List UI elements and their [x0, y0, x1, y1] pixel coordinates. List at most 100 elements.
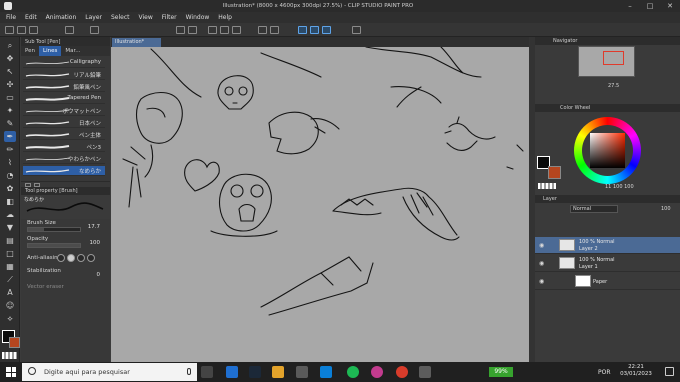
- eye-icon[interactable]: ◉: [539, 242, 544, 249]
- sub-color-swatch-right[interactable]: [548, 166, 561, 179]
- menu-select[interactable]: Select: [111, 14, 130, 21]
- notification-icon[interactable]: [665, 367, 674, 376]
- spotify-icon[interactable]: [347, 366, 359, 378]
- layer-row[interactable]: ◉ 100 % Normal Layer 1: [535, 255, 680, 272]
- blend-tool-icon[interactable]: ☁: [4, 209, 16, 220]
- aa-none-option[interactable]: [57, 254, 65, 262]
- brush-item[interactable]: リアル鉛筆: [23, 70, 105, 80]
- app-icon-3[interactable]: [371, 366, 383, 378]
- pen-tool-icon[interactable]: ✒: [4, 131, 16, 142]
- snap-ruler-icon[interactable]: [298, 26, 307, 34]
- color-value-r[interactable]: 11: [605, 184, 611, 190]
- brush-item[interactable]: Tapered Pen: [23, 94, 105, 104]
- move-tool-icon[interactable]: ✥: [4, 53, 16, 64]
- opacity-slider[interactable]: [27, 243, 81, 248]
- stabilization-value[interactable]: 0: [97, 272, 101, 278]
- brush-tool-icon[interactable]: ⌇: [4, 157, 16, 168]
- transparent-swatch-right[interactable]: [538, 183, 556, 189]
- move-layer-icon[interactable]: ✣: [4, 79, 16, 90]
- eye-icon[interactable]: ◉: [539, 278, 544, 285]
- task-view-icon[interactable]: [201, 366, 213, 378]
- selection-tool-icon[interactable]: ▭: [4, 92, 16, 103]
- language-indicator[interactable]: POR: [598, 369, 611, 376]
- aa-weak-option[interactable]: [67, 254, 75, 262]
- opacity-value[interactable]: 100: [90, 240, 101, 246]
- select-all-icon[interactable]: [270, 26, 279, 34]
- snap-special-ruler-icon[interactable]: [310, 26, 319, 34]
- deselect-icon[interactable]: [232, 26, 241, 34]
- save-icon[interactable]: [29, 26, 38, 34]
- sub-color-swatch[interactable]: [9, 337, 20, 348]
- menu-filter[interactable]: Filter: [162, 14, 177, 21]
- zoom-tool-icon[interactable]: ⌕: [4, 40, 16, 51]
- app-icon-2[interactable]: [296, 366, 308, 378]
- brush-item[interactable]: ペン主体: [23, 130, 105, 140]
- brush-item[interactable]: なめらか: [23, 166, 105, 176]
- brush-item[interactable]: Calligraphy: [23, 58, 105, 68]
- file-explorer-icon[interactable]: [272, 366, 284, 378]
- menu-view[interactable]: View: [139, 14, 153, 21]
- eraser-icon[interactable]: ◧: [4, 196, 16, 207]
- text-tool-icon[interactable]: A: [4, 287, 16, 298]
- maximize-button[interactable]: □: [640, 0, 660, 12]
- brush-item[interactable]: 鉛筆風ペン: [23, 82, 105, 92]
- blend-mode-select[interactable]: Normal: [570, 205, 618, 213]
- navigator-view-rect[interactable]: [603, 51, 624, 65]
- taskbar-search[interactable]: Digite aqui para pesquisar: [22, 363, 197, 381]
- windows-start-icon[interactable]: [6, 367, 16, 377]
- clear-icon[interactable]: [208, 26, 217, 34]
- decoration-icon[interactable]: ✿: [4, 183, 16, 194]
- transparent-color-swatch[interactable]: [2, 352, 17, 359]
- redo-icon[interactable]: [188, 26, 197, 34]
- fill-tool-icon[interactable]: ▼: [4, 222, 16, 233]
- delete-brush-icon[interactable]: [34, 182, 40, 187]
- saturation-value-square[interactable]: [590, 133, 625, 168]
- auto-select-icon[interactable]: ✦: [4, 105, 16, 116]
- undo-icon[interactable]: [176, 26, 185, 34]
- clip-studio-taskbar-icon[interactable]: [419, 366, 431, 378]
- brush-size-value[interactable]: 17.7: [88, 224, 100, 230]
- gradient-icon[interactable]: ▤: [4, 235, 16, 246]
- chrome-icon[interactable]: [396, 366, 408, 378]
- operation-tool-icon[interactable]: ↖: [4, 66, 16, 77]
- mail-icon[interactable]: [226, 366, 238, 378]
- brush-item[interactable]: 日本ペン: [23, 118, 105, 128]
- minimize-button[interactable]: –: [620, 0, 640, 12]
- close-button[interactable]: ✕: [660, 0, 680, 12]
- tab-marker[interactable]: Mar...: [61, 46, 84, 56]
- layer-row[interactable]: ◉ Paper: [535, 273, 680, 290]
- microphone-icon[interactable]: [187, 368, 191, 375]
- menu-layer[interactable]: Layer: [85, 14, 102, 21]
- tab-pen[interactable]: Pen: [21, 46, 39, 56]
- menu-window[interactable]: Window: [186, 14, 210, 21]
- steam-icon[interactable]: [249, 366, 261, 378]
- menu-help[interactable]: Help: [218, 14, 232, 21]
- new-file-icon[interactable]: [5, 26, 14, 34]
- pencil-tool-icon[interactable]: ✏: [4, 144, 16, 155]
- invert-selection-icon[interactable]: [258, 26, 267, 34]
- menu-edit[interactable]: Edit: [25, 14, 37, 21]
- layer-opacity-value[interactable]: 100: [661, 206, 671, 212]
- battery-indicator[interactable]: 99%: [489, 367, 513, 377]
- share-icon[interactable]: [90, 26, 99, 34]
- aa-medium-option[interactable]: [77, 254, 85, 262]
- canvas-tab[interactable]: Illustration*: [112, 38, 161, 47]
- snap-grid-icon[interactable]: [322, 26, 331, 34]
- transform-icon[interactable]: [220, 26, 229, 34]
- figure-tool-icon[interactable]: □: [4, 248, 16, 259]
- brush-size-slider[interactable]: [27, 227, 81, 232]
- brush-item[interactable]: ポウマットペン: [23, 106, 105, 116]
- open-file-icon[interactable]: [17, 26, 26, 34]
- brush-item[interactable]: ペン3: [23, 142, 105, 152]
- menu-file[interactable]: File: [6, 14, 16, 21]
- eyedropper-icon[interactable]: ✎: [4, 118, 16, 129]
- color-wheel[interactable]: [574, 117, 641, 184]
- duplicate-brush-icon[interactable]: [25, 182, 31, 187]
- clock[interactable]: 22:21 03/01/2023: [616, 364, 656, 378]
- aa-strong-option[interactable]: [87, 254, 95, 262]
- tab-lines[interactable]: Lines: [39, 46, 62, 56]
- edge-icon[interactable]: [320, 366, 332, 378]
- correct-line-icon[interactable]: ⟡: [4, 313, 16, 324]
- frame-border-icon[interactable]: ▦: [4, 261, 16, 272]
- brush-item[interactable]: やわらかペン: [23, 154, 105, 164]
